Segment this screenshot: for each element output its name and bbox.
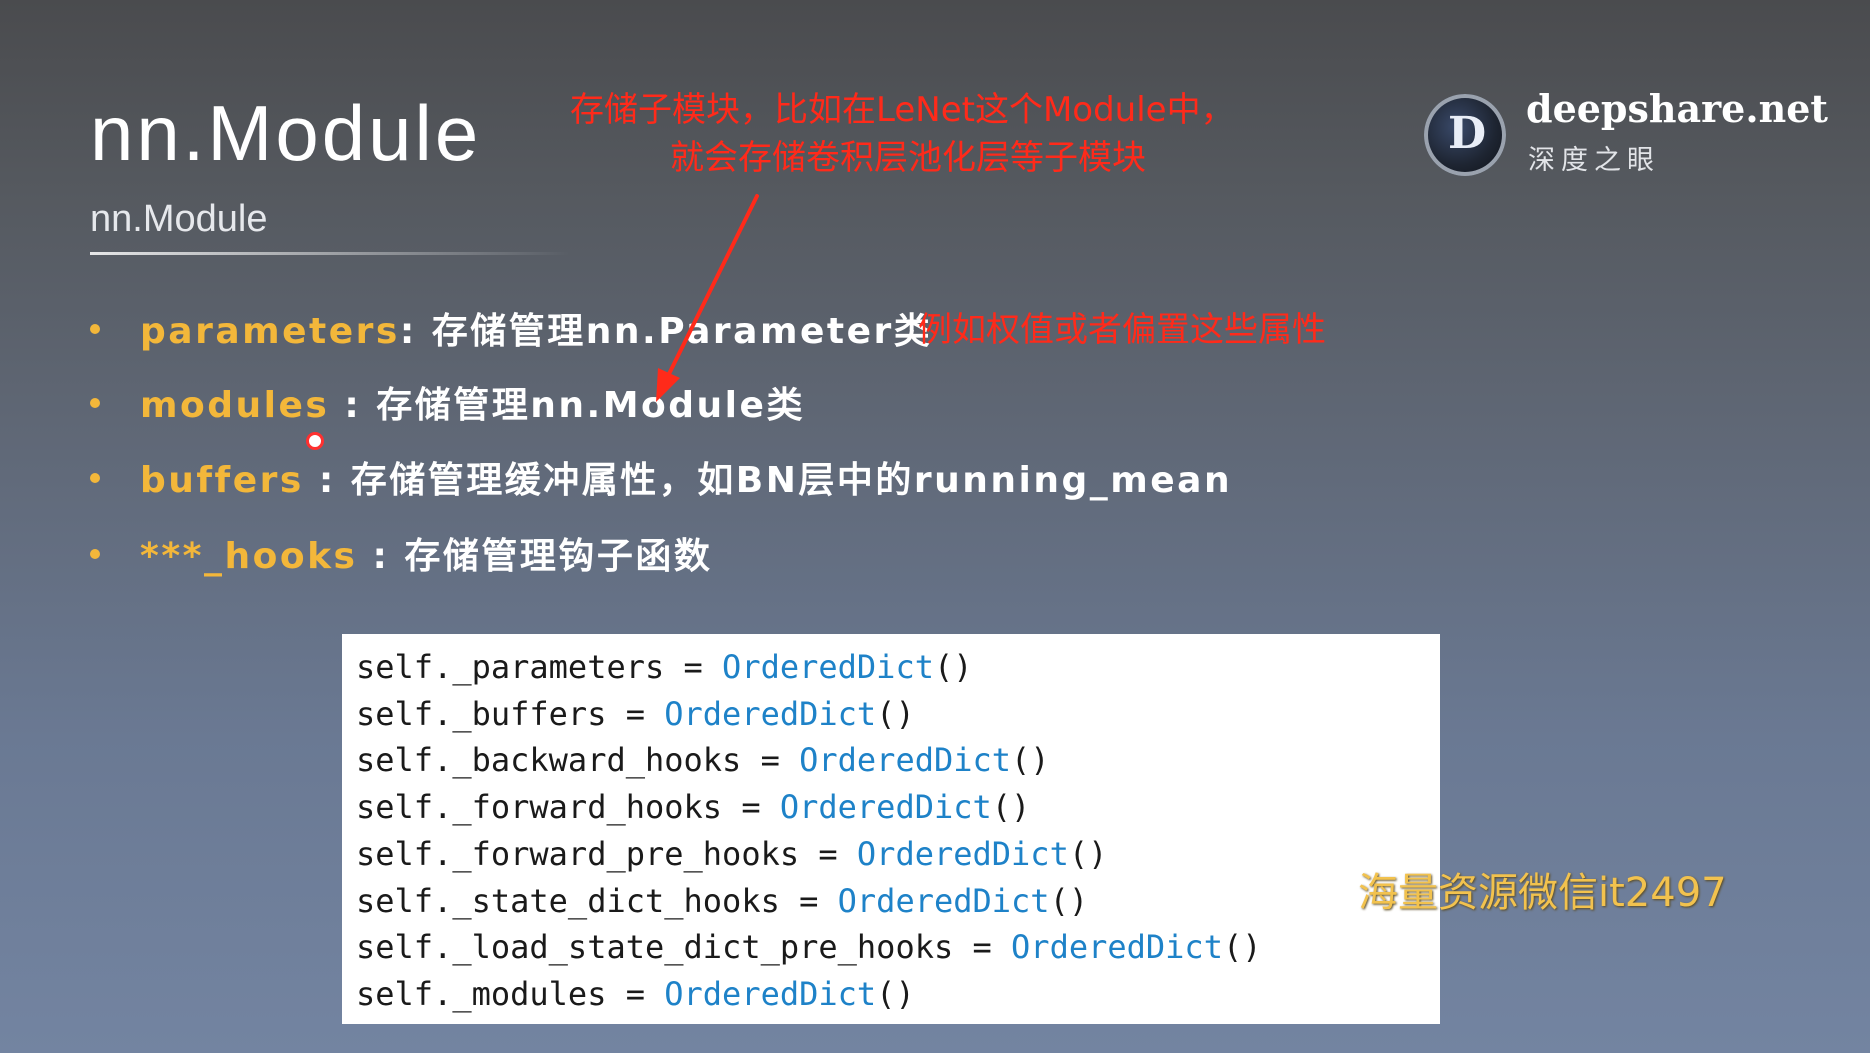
code-attribute: _load_state_dict_pre_hooks [452,928,954,967]
code-class: OrderedDict [664,694,877,733]
code-class: OrderedDict [837,881,1050,920]
title-divider [90,252,570,255]
code-paren: () [1049,881,1089,920]
code-class: OrderedDict [722,648,934,686]
code-self: self [356,834,434,873]
code-assign: = [606,694,665,733]
code-paren: () [1222,928,1262,967]
bullet-keyword: ***_hooks [140,536,358,577]
code-dot: . [433,788,453,827]
bullet-dot-icon [90,549,100,559]
code-line: self._state_dict_hooks = OrderedDict() [356,878,1440,925]
code-attribute: _parameters [452,648,665,686]
code-dot: . [433,694,453,733]
bullet-description: 存储管理缓冲属性，如BN层中的running_mean [350,460,1233,501]
code-attribute: _buffers [452,694,607,733]
bullet-dot-icon [90,398,100,408]
code-paren: () [1011,741,1050,780]
bullet-description: 存储管理钩子函数 [404,536,713,577]
code-attribute: _backward_hooks [452,741,742,780]
arrow-shaft [664,194,759,382]
code-assign: = [799,834,857,873]
bullet-description: 存储管理nn.Parameter类 [431,311,933,352]
code-class: OrderedDict [1011,928,1223,967]
bullet-item-modules: modules : 存储管理nn.Module类 [90,376,805,426]
bullet-separator: : [399,311,432,352]
code-attribute: _modules [452,974,607,1013]
code-block: self._parameters = OrderedDict() self._b… [342,634,1440,1024]
code-line: self._parameters = OrderedDict() [356,644,1440,691]
code-line: self._modules = OrderedDict() [356,971,1440,1018]
annotation-top-line-2: 就会存储卷积层池化层等子模块 [670,138,1146,178]
bullet-description: 存储管理nn.Module类 [376,385,805,426]
bullet-dot-icon [90,473,100,483]
code-self: self [356,694,434,733]
code-line: self._buffers = OrderedDict() [356,691,1440,738]
code-paren: () [991,788,1031,827]
code-assign: = [606,974,665,1013]
code-class: OrderedDict [799,741,1012,780]
code-attribute: _state_dict_hooks [452,881,780,920]
watermark-text: 海量资源微信it2497 [1358,870,1727,916]
code-line: self._load_state_dict_pre_hooks = Ordere… [356,924,1440,971]
code-paren: () [1068,834,1108,873]
code-assign: = [722,788,780,827]
code-self: self [356,788,434,827]
bullet-separator: : [303,460,351,501]
brand-logo-letter: D [1448,108,1487,159]
brand-logo-icon: D [1424,94,1506,176]
code-self: self [356,881,434,920]
bullet-keyword: parameters [140,311,400,352]
bullet-keyword: modules [140,385,330,426]
code-self: self [356,928,434,967]
bullet-dot-icon [90,324,100,334]
code-line: self._backward_hooks = OrderedDict() [356,737,1440,784]
code-dot: . [433,974,453,1013]
bullet-item-buffers: buffers : 存储管理缓冲属性，如BN层中的running_mean [90,451,1232,501]
code-attribute: _forward_hooks [452,788,723,827]
code-dot: . [433,881,453,920]
brand-tagline: 深度之眼 [1528,145,1660,176]
annotation-top-line-1: 存储子模块，比如在LeNet这个Module中， [570,90,1235,130]
code-paren: () [933,648,973,686]
bullet-item-hooks: ***_hooks : 存储管理钩子函数 [90,527,712,577]
pointer-cursor-icon [306,432,324,450]
code-dot: . [433,741,453,780]
code-class: OrderedDict [779,788,992,827]
code-dot: . [433,834,453,873]
code-class: OrderedDict [664,974,877,1013]
code-line: self._forward_hooks = OrderedDict() [356,784,1440,831]
code-self: self [356,974,434,1013]
code-assign: = [953,928,1012,967]
slide-title: nn.Module [90,89,482,177]
code-paren: () [876,974,915,1013]
code-assign: = [741,741,800,780]
code-paren: () [876,694,915,733]
slide: nn.Module nn.Module 存储子模块，比如在LeNet这个Modu… [0,0,1870,1053]
bullet-separator: : [329,385,377,426]
bullet-item-parameters: parameters: 存储管理nn.Parameter类 [90,302,932,352]
code-assign: = [779,881,838,920]
code-attribute: _forward_pre_hooks [452,834,800,873]
bullet-keyword: buffers [140,460,304,501]
brand-name: deepshare.net [1526,86,1828,131]
code-class: OrderedDict [856,834,1069,873]
slide-subtitle: nn.Module [90,198,268,240]
code-self: self [356,648,434,686]
code-self: self [356,741,434,780]
annotation-row1-note: 例如权值或者偏置这些属性 [918,310,1326,350]
bullet-separator: : [357,536,405,577]
code-dot: . [433,648,453,686]
code-assign: = [664,648,723,686]
code-line: self._forward_pre_hooks = OrderedDict() [356,831,1440,878]
code-dot: . [433,928,453,967]
